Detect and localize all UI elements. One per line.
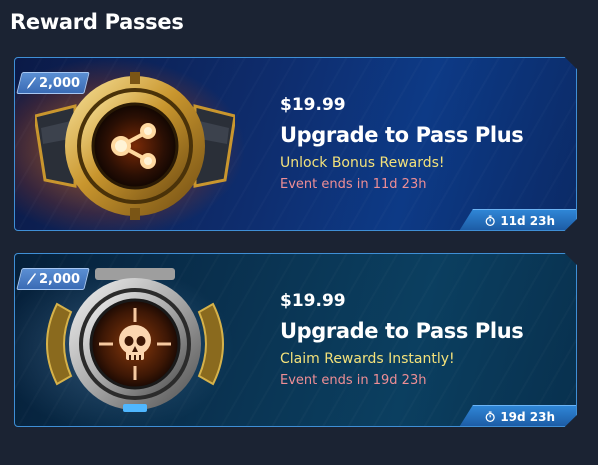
timer-badge: 19d 23h [459,405,576,426]
pass-subtitle: Unlock Bonus Rewards! [280,155,445,171]
quill-icon [26,273,36,285]
event-ends-text: Event ends in 19d 23h [280,373,427,388]
pass-content: $19.99 Upgrade to Pass Plus Claim Reward… [280,291,524,388]
price: $19.99 [280,95,346,115]
reward-pass-card-2[interactable]: 2,000 $19.99 Upgrade to Pass Plus Claim … [14,253,577,427]
pass-title: Upgrade to Pass Plus [280,123,524,147]
currency-amount: 2,000 [38,75,81,91]
event-ends-text: Event ends in 11d 23h [280,177,427,192]
quill-icon [26,77,36,89]
pass-title: Upgrade to Pass Plus [280,319,524,343]
currency-badge: 2,000 [16,268,90,290]
timer-text: 11d 23h [500,213,556,228]
reward-pass-card-1[interactable]: 2,000 $19.99 Upgrade to Pass Plus Unlock… [14,57,577,231]
price: $19.99 [280,291,346,311]
page-title: Reward Passes [10,10,184,34]
stopwatch-icon [485,411,495,422]
timer-text: 19d 23h [500,409,556,424]
currency-badge: 2,000 [16,72,90,94]
stopwatch-icon [485,215,495,226]
currency-amount: 2,000 [38,271,81,287]
pass-content: $19.99 Upgrade to Pass Plus Unlock Bonus… [280,95,524,192]
timer-badge: 11d 23h [459,209,576,230]
pass-subtitle: Claim Rewards Instantly! [280,351,455,367]
